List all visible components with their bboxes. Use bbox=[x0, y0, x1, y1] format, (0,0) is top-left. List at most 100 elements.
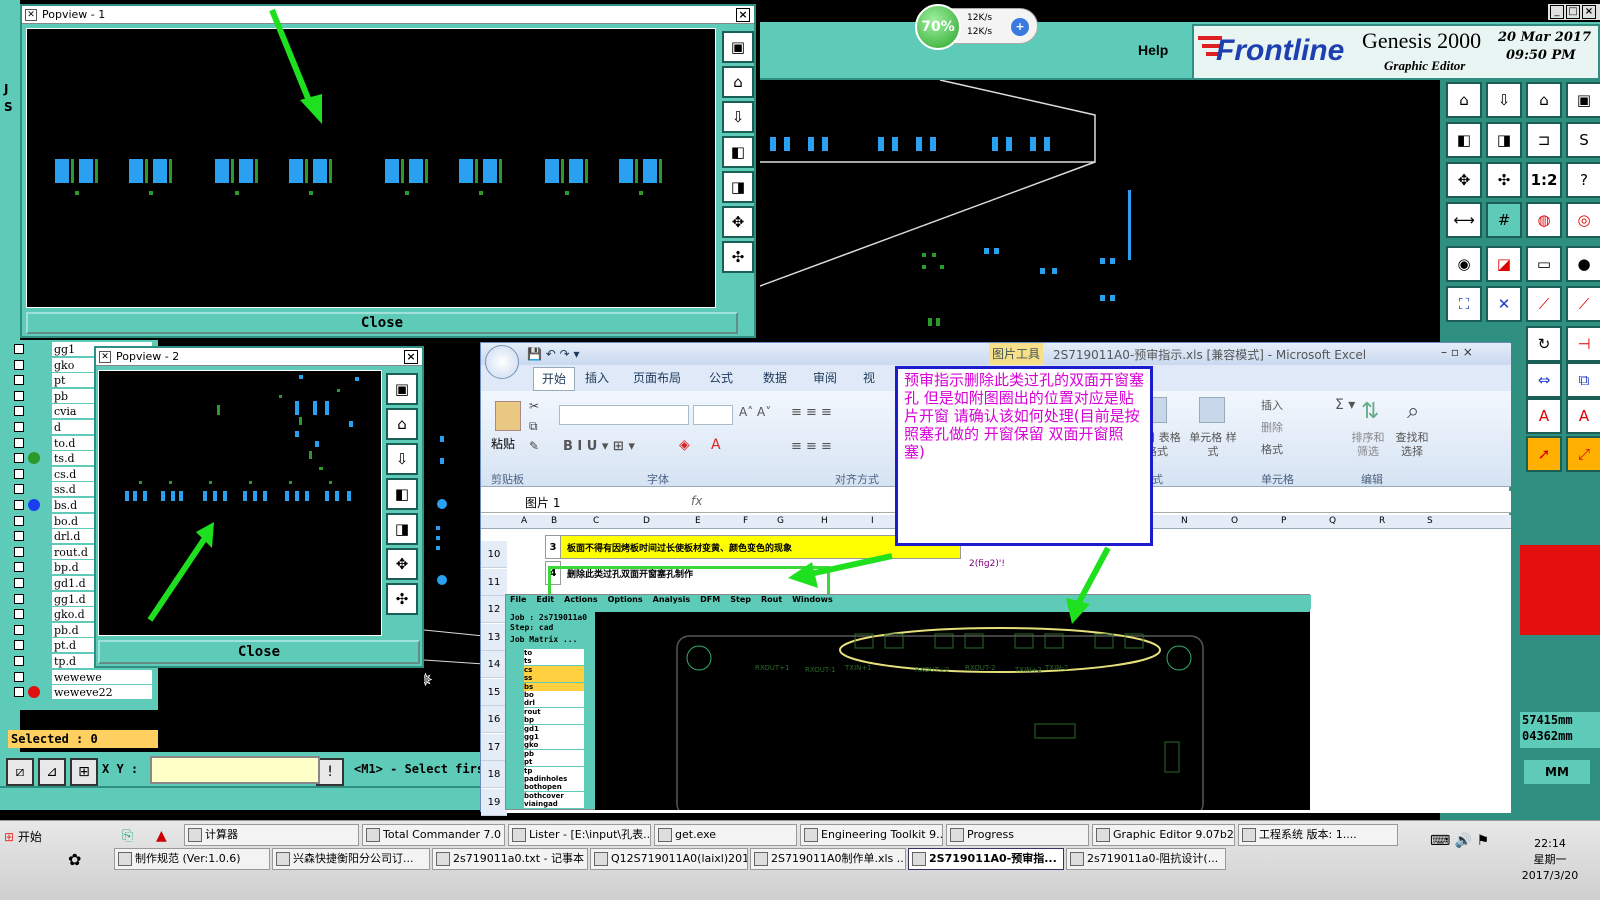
tray-icons[interactable]: ⌨ 🔊 ⚑ bbox=[1430, 830, 1506, 890]
layer-checkbox[interactable] bbox=[14, 671, 24, 682]
pv2-home-icon[interactable]: ⌂ bbox=[386, 408, 418, 440]
grid-toggle-icon[interactable]: ⊞ bbox=[70, 758, 98, 786]
autosum-icon[interactable]: Σ ▾ bbox=[1335, 397, 1355, 413]
info-icon[interactable]: ! bbox=[316, 758, 344, 786]
pv1-center-icon[interactable]: ✣ bbox=[722, 241, 754, 273]
taskbar-button[interactable]: Total Commander 7.0 ... bbox=[362, 824, 505, 846]
column-header[interactable]: I bbox=[871, 516, 874, 526]
minimize-button[interactable]: _ bbox=[1550, 5, 1564, 19]
windows-flag-icon[interactable]: ✿ bbox=[68, 850, 81, 869]
zoom-center-icon[interactable]: ✣ bbox=[1486, 162, 1522, 198]
pv2-down-icon[interactable]: ⇩ bbox=[386, 443, 418, 475]
quick-access-icons[interactable]: 💾 ↶ ↷ ▾ bbox=[527, 347, 580, 361]
column-header[interactable]: Q bbox=[1329, 516, 1336, 526]
ruler-icon[interactable]: ▭ bbox=[1526, 246, 1562, 282]
column-header[interactable]: E bbox=[695, 516, 701, 526]
row-header[interactable]: 15 bbox=[481, 678, 507, 706]
measure-icon[interactable]: ⟷ bbox=[1446, 202, 1482, 238]
zoom-home-icon[interactable]: ⌂ bbox=[1446, 82, 1482, 118]
layer-color-dot[interactable] bbox=[28, 390, 40, 402]
pan-right-icon[interactable]: ◨ bbox=[1486, 122, 1522, 158]
layer-color-dot[interactable] bbox=[28, 343, 40, 355]
taskbar-button[interactable]: 2s719011a0.txt - 记事本 bbox=[432, 848, 588, 870]
popview-2-close-icon[interactable]: × bbox=[404, 350, 418, 364]
layer-checkbox[interactable] bbox=[14, 624, 24, 635]
select-arrow-icon[interactable]: ➚ bbox=[1526, 436, 1562, 472]
window-view-icon[interactable]: ▣ bbox=[1566, 82, 1600, 118]
column-header[interactable]: S bbox=[1427, 516, 1433, 526]
popview-1-close-button[interactable]: Close bbox=[26, 312, 738, 334]
tray-flag-icon[interactable]: ⚑ bbox=[1477, 833, 1490, 849]
popview-1-close-icon[interactable]: × bbox=[736, 8, 750, 22]
cut-icon[interactable]: ✂ bbox=[529, 399, 539, 413]
text-a-icon[interactable]: A bbox=[1526, 398, 1562, 434]
xy-input[interactable] bbox=[150, 756, 320, 784]
paste-icon[interactable] bbox=[495, 401, 521, 431]
taskbar-button[interactable]: 工程系统 版本: 1.... bbox=[1238, 824, 1398, 846]
copy-icon[interactable]: ⧉ bbox=[529, 419, 538, 434]
layer-checkbox[interactable] bbox=[14, 656, 24, 666]
layer-color-dot[interactable] bbox=[28, 530, 40, 542]
office-button-icon[interactable] bbox=[485, 345, 519, 379]
taskbar-button[interactable]: 计算器 bbox=[184, 824, 359, 846]
layer-checkbox[interactable] bbox=[14, 640, 24, 651]
taskbar-button[interactable]: 兴森快捷衡阳分公司订... bbox=[272, 848, 430, 870]
maximize-button[interactable]: □ bbox=[1566, 5, 1580, 19]
row-header[interactable]: 19 bbox=[481, 788, 507, 816]
taskbar-button[interactable]: Lister - [E:\input\孔表... bbox=[508, 824, 651, 846]
layer-checkbox[interactable] bbox=[14, 531, 24, 542]
pan-left-icon[interactable]: ◧ bbox=[1446, 122, 1482, 158]
speed-percent-badge[interactable]: 70% bbox=[915, 4, 961, 50]
row-header[interactable]: 18 bbox=[481, 761, 507, 788]
start-button[interactable]: ⊞ 开始 bbox=[4, 826, 54, 848]
column-header[interactable]: B bbox=[551, 516, 557, 526]
layer-color-dot[interactable] bbox=[28, 608, 40, 620]
align-left-icons[interactable]: ≡ ≡ ≡ bbox=[791, 439, 832, 454]
column-header[interactable]: H bbox=[821, 516, 828, 526]
row3-text[interactable]: 板面不得有因烤板时间过长使板材变黄、颜色变色的现象 bbox=[567, 541, 792, 554]
layer-checkbox[interactable] bbox=[14, 390, 24, 401]
layer-color-dot[interactable] bbox=[28, 452, 40, 465]
row-header[interactable]: 17 bbox=[481, 733, 507, 761]
align-top-icons[interactable]: ≡ ≡ ≡ bbox=[791, 405, 832, 420]
taskbar-button[interactable]: 2S719011A0-预审指... bbox=[908, 848, 1064, 870]
tray-keyboard-icon[interactable]: ⌨ bbox=[1430, 833, 1450, 849]
bold-italic-underline-icons[interactable]: B I U ▾ ⊞ ▾ bbox=[563, 439, 635, 454]
pv2-left-icon[interactable]: ◧ bbox=[386, 478, 418, 510]
layer-row[interactable]: wewewe bbox=[14, 669, 154, 685]
row-header[interactable]: 10 bbox=[481, 541, 507, 568]
font-grow-icon[interactable]: A˄ A˅ bbox=[739, 405, 771, 419]
taskbar-button[interactable]: 制作规范 (Ver:1.0.6) bbox=[114, 848, 270, 870]
layer-checkbox[interactable] bbox=[14, 515, 24, 526]
pv2-window-icon[interactable]: ▣ bbox=[386, 373, 418, 405]
layer-checkbox[interactable] bbox=[14, 437, 24, 448]
help-menu[interactable]: Help bbox=[1138, 42, 1168, 58]
ribbon-tab[interactable]: 数据 bbox=[763, 369, 787, 386]
ribbon-tab[interactable]: 插入 bbox=[585, 369, 609, 386]
select-multi-icon[interactable]: ⤢ bbox=[1566, 436, 1600, 472]
query-icon[interactable]: ? bbox=[1566, 162, 1600, 198]
layer-checkbox[interactable] bbox=[14, 453, 24, 464]
ribbon-tab[interactable]: 公式 bbox=[709, 369, 733, 386]
comment-note[interactable]: 预审指示删除此类过孔的双面开窗塞孔 但是如附图圈出的位置对应是贴片开窗 请确认该… bbox=[895, 366, 1153, 546]
format-cells-button[interactable]: 格式 bbox=[1261, 441, 1283, 457]
close-button[interactable]: × bbox=[1582, 5, 1596, 19]
layer-color-dot[interactable] bbox=[28, 577, 40, 589]
excel-window-controls[interactable]: – ▫ × bbox=[1441, 345, 1473, 359]
column-header[interactable]: G bbox=[777, 516, 784, 526]
ribbon-tab[interactable]: 页面布局 bbox=[633, 369, 681, 386]
layer-checkbox[interactable] bbox=[14, 562, 24, 573]
layer-color-dot[interactable] bbox=[28, 655, 40, 667]
cross-icon[interactable]: ✕ bbox=[1486, 286, 1522, 322]
pv1-left-icon[interactable]: ◧ bbox=[722, 136, 754, 168]
pv1-fit-icon[interactable]: ✥ bbox=[722, 206, 754, 238]
pv2-right-icon[interactable]: ◨ bbox=[386, 513, 418, 545]
column-header[interactable]: R bbox=[1379, 516, 1385, 526]
zoom-area-icon[interactable]: ⧄ bbox=[6, 758, 34, 786]
layer-color-dot[interactable] bbox=[28, 437, 40, 449]
find-icon[interactable]: ⌕ bbox=[1407, 399, 1419, 424]
layer-color-dot[interactable] bbox=[28, 468, 40, 480]
layer-row[interactable]: weweve22 bbox=[14, 685, 154, 701]
row-header[interactable]: 13 bbox=[481, 623, 507, 651]
tray-volume-icon[interactable]: 🔊 bbox=[1455, 833, 1472, 849]
